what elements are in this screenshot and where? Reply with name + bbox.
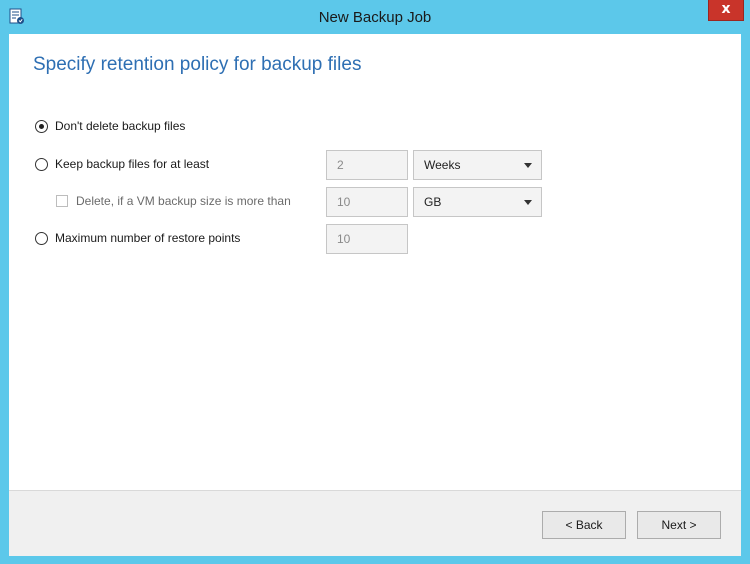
option-dont-delete[interactable]: Don't delete backup files	[35, 119, 435, 135]
back-button[interactable]: < Back	[542, 511, 626, 539]
new-backup-job-window: New Backup Job x Specify retention polic…	[0, 0, 750, 564]
delete-if-size-checkbox[interactable]	[56, 195, 68, 207]
next-button[interactable]: Next >	[637, 511, 721, 539]
close-button[interactable]: x	[708, 0, 744, 21]
title-bar[interactable]: New Backup Job x	[0, 0, 750, 34]
keep-duration-input[interactable]: 2	[326, 150, 408, 180]
dont-delete-label: Don't delete backup files	[55, 119, 186, 133]
option-keep-at-least[interactable]: Keep backup files for at least	[35, 157, 315, 173]
keep-unit-value: Weeks	[424, 158, 461, 172]
wizard-footer: < Back Next >	[9, 490, 741, 556]
option-delete-if-size[interactable]: Delete, if a VM backup size is more than	[56, 194, 326, 210]
keep-at-least-radio[interactable]	[35, 158, 48, 171]
delete-if-size-label: Delete, if a VM backup size is more than	[76, 194, 291, 208]
restore-points-input[interactable]: 10	[326, 224, 408, 254]
window-title: New Backup Job	[318, 9, 432, 26]
wizard-content: Specify retention policy for backup file…	[9, 34, 741, 556]
max-restore-points-label: Maximum number of restore points	[55, 231, 241, 245]
max-restore-points-radio[interactable]	[35, 232, 48, 245]
size-unit-value: GB	[424, 195, 442, 209]
size-unit-select[interactable]: GB	[413, 187, 542, 217]
size-limit-input[interactable]: 10	[326, 187, 408, 217]
dont-delete-radio[interactable]	[35, 120, 48, 133]
page-heading: Specify retention policy for backup file…	[33, 54, 362, 75]
keep-at-least-label: Keep backup files for at least	[55, 157, 210, 171]
chevron-down-icon	[524, 163, 532, 168]
chevron-down-icon	[524, 200, 532, 205]
option-max-restore-points[interactable]: Maximum number of restore points	[35, 231, 315, 247]
keep-unit-select[interactable]: Weeks	[413, 150, 542, 180]
